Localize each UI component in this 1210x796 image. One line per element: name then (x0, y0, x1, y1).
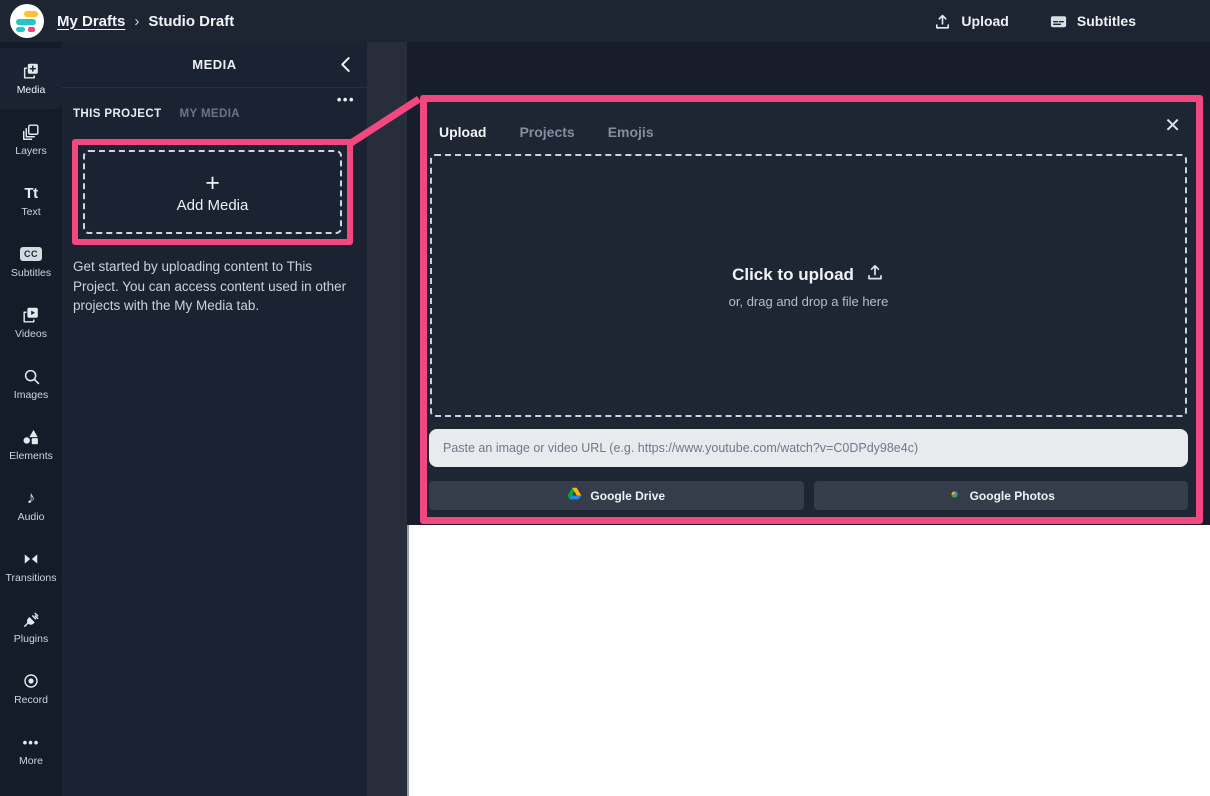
sidebar-item-text[interactable]: Tt Text (0, 170, 62, 231)
google-photos-icon (947, 487, 962, 505)
panel-more-options-button[interactable]: ••• (337, 92, 355, 107)
logo-bar-teal (16, 19, 36, 25)
sidebar-item-label: Plugins (14, 633, 48, 645)
media-panel-title: MEDIA (192, 57, 236, 72)
app-logo[interactable] (10, 4, 44, 38)
sidebar-item-label: Record (14, 694, 48, 706)
tab-emojis[interactable]: Emojis (608, 124, 654, 140)
sidebar-item-layers[interactable]: Layers (0, 109, 62, 170)
upload-button[interactable]: Upload (933, 11, 1008, 31)
topbar-actions: Upload Subtitles (933, 11, 1136, 31)
layers-icon (21, 122, 41, 142)
google-photos-button[interactable]: Google Photos (814, 481, 1189, 510)
sidebar-item-label: Subtitles (11, 267, 51, 279)
media-panel-header: MEDIA (62, 42, 367, 88)
search-icon (22, 366, 41, 386)
transitions-icon (21, 549, 41, 569)
sidebar-item-audio[interactable]: ♪ Audio (0, 475, 62, 536)
sidebar-item-media[interactable]: Media (0, 48, 62, 109)
media-panel: MEDIA ••• THIS PROJECT MY MEDIA + Add Me… (62, 42, 367, 796)
import-buttons-row: Google Drive Google Photos (429, 481, 1188, 510)
logo-bar-teal-small (16, 27, 25, 32)
sidebar-item-label: Videos (15, 328, 47, 340)
sidebar-item-label: Layers (15, 145, 47, 157)
media-panel-tabs: THIS PROJECT MY MEDIA (73, 108, 240, 120)
breadcrumb: My Drafts › Studio Draft (57, 13, 234, 30)
dropzone-title-row: Click to upload (732, 262, 885, 287)
sidebar-item-label: Elements (9, 450, 53, 462)
add-media-button[interactable]: + Add Media (83, 150, 342, 234)
ellipsis-icon: ••• (23, 732, 40, 752)
tab-this-project[interactable]: THIS PROJECT (73, 108, 162, 120)
tab-upload[interactable]: Upload (439, 124, 486, 140)
sidebar-item-label: Media (17, 84, 46, 96)
text-icon: Tt (24, 183, 37, 203)
subtitles-icon (1049, 11, 1068, 31)
upload-modal: Upload Projects Emojis ✕ Click to upload… (420, 95, 1203, 524)
add-media-label: Add Media (177, 197, 249, 214)
subtitles-button-label: Subtitles (1077, 13, 1136, 29)
plus-icon: + (205, 170, 220, 196)
dropzone-subtitle: or, drag and drop a file here (729, 294, 889, 309)
plug-icon (21, 610, 41, 630)
left-sidebar: Media Layers Tt Text CC Subtitles Videos (0, 42, 62, 796)
upload-modal-tabs: Upload Projects Emojis (439, 124, 654, 140)
sidebar-item-record[interactable]: Record (0, 658, 62, 719)
upload-button-label: Upload (961, 13, 1008, 29)
annotation-box-add-media: + Add Media (72, 139, 353, 245)
panel-gutter (367, 42, 407, 796)
sidebar-item-elements[interactable]: Elements (0, 414, 62, 475)
breadcrumb-my-drafts[interactable]: My Drafts (57, 13, 125, 30)
breadcrumb-current-project: Studio Draft (148, 13, 234, 30)
sidebar-item-plugins[interactable]: Plugins (0, 597, 62, 658)
google-drive-button[interactable]: Google Drive (429, 481, 804, 510)
sidebar-item-images[interactable]: Images (0, 353, 62, 414)
sidebar-item-label: Audio (18, 511, 45, 523)
breadcrumb-separator: › (134, 13, 139, 30)
sidebar-item-videos[interactable]: Videos (0, 292, 62, 353)
subtitles-button[interactable]: Subtitles (1049, 11, 1136, 31)
collapse-panel-button[interactable] (340, 56, 351, 73)
media-panel-description: Get started by uploading content to This… (73, 257, 361, 316)
music-note-icon: ♪ (27, 488, 36, 508)
close-icon[interactable]: ✕ (1164, 116, 1181, 136)
tab-projects[interactable]: Projects (519, 124, 574, 140)
sidebar-item-label: Text (21, 206, 40, 218)
kapwing-studio-editor: My Drafts › Studio Draft Upload Subtitle… (0, 0, 1210, 796)
editor-canvas[interactable] (407, 525, 1210, 796)
dropzone-title: Click to upload (732, 265, 854, 285)
sidebar-item-label: Transitions (6, 572, 57, 584)
google-drive-icon (567, 487, 582, 504)
tab-my-media[interactable]: MY MEDIA (180, 108, 241, 120)
upload-icon (933, 11, 952, 31)
top-bar: My Drafts › Studio Draft Upload Subtitle… (0, 0, 1210, 42)
url-input[interactable] (429, 429, 1188, 467)
sidebar-item-label: Images (14, 389, 48, 401)
logo-bar-yellow (24, 11, 38, 17)
upload-icon (865, 262, 885, 287)
upload-dropzone[interactable]: Click to upload or, drag and drop a file… (430, 154, 1187, 417)
shapes-icon (21, 427, 41, 447)
sidebar-item-transitions[interactable]: Transitions (0, 536, 62, 597)
google-drive-label: Google Drive (590, 489, 665, 503)
sidebar-item-subtitles[interactable]: CC Subtitles (0, 231, 62, 292)
videos-icon (21, 305, 41, 325)
media-icon (21, 61, 41, 81)
google-photos-label: Google Photos (970, 489, 1055, 503)
sidebar-item-more[interactable]: ••• More (0, 719, 62, 780)
record-icon (21, 671, 41, 691)
sidebar-item-label: More (19, 755, 43, 767)
cc-icon: CC (20, 244, 42, 264)
logo-bar-pink (28, 27, 35, 32)
